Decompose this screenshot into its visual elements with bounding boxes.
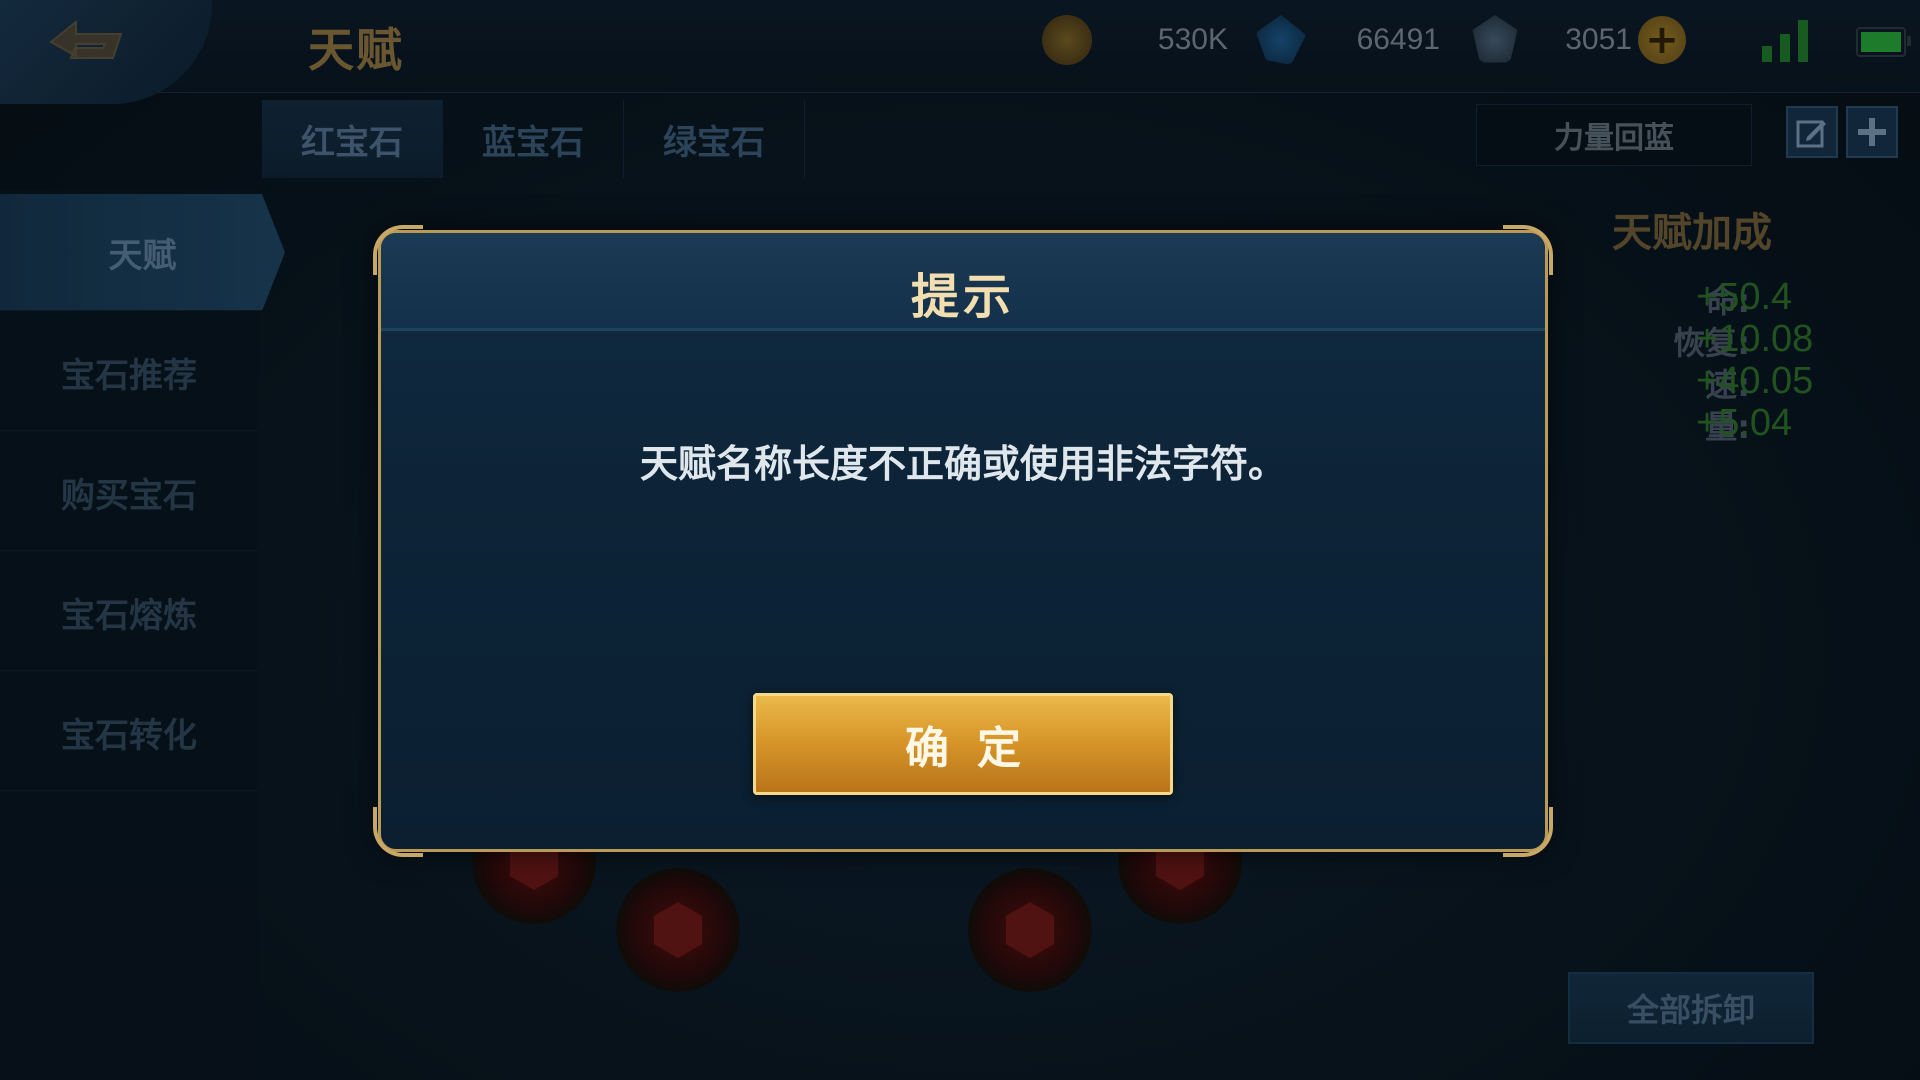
dialog-header: 提示 <box>381 233 1545 331</box>
dialog-message: 天赋名称长度不正确或使用非法字符。 <box>639 442 1286 486</box>
alert-dialog: 提示 天赋名称长度不正确或使用非法字符。 确定 <box>373 225 1553 857</box>
dialog-title: 提示 <box>910 269 1015 325</box>
confirm-button[interactable]: 确定 <box>753 693 1173 795</box>
